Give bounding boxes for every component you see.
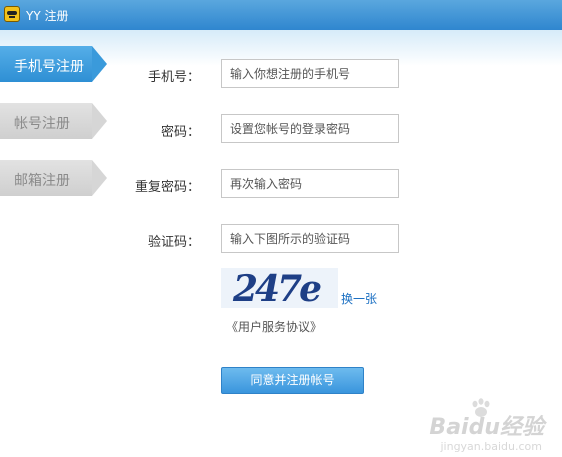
refresh-captcha-link[interactable]: 换一张	[341, 290, 377, 307]
phone-input[interactable]	[221, 59, 399, 88]
title-bar[interactable]: YY 注册	[0, 0, 562, 30]
confirm-password-input[interactable]	[221, 169, 399, 198]
agree-and-register-button[interactable]: 同意并注册帐号	[221, 367, 364, 394]
captcha-input[interactable]	[221, 224, 399, 253]
captcha-image[interactable]: 247e	[221, 268, 338, 310]
user-agreement-link[interactable]: 《用户服务协议》	[226, 318, 322, 335]
watermark-brand: Baidu经验	[429, 415, 544, 440]
watermark-url: jingyan.baidu.com	[440, 440, 542, 453]
password-label: 密码：	[160, 125, 200, 140]
window-title: YY 注册	[26, 9, 69, 23]
confirm-password-label: 重复密码：	[134, 180, 200, 195]
password-input[interactable]	[221, 114, 399, 143]
yy-logo-icon	[4, 6, 20, 22]
captcha-image-text: 247e	[233, 268, 322, 310]
phone-label: 手机号：	[147, 70, 200, 85]
captcha-label: 验证码：	[147, 235, 200, 250]
